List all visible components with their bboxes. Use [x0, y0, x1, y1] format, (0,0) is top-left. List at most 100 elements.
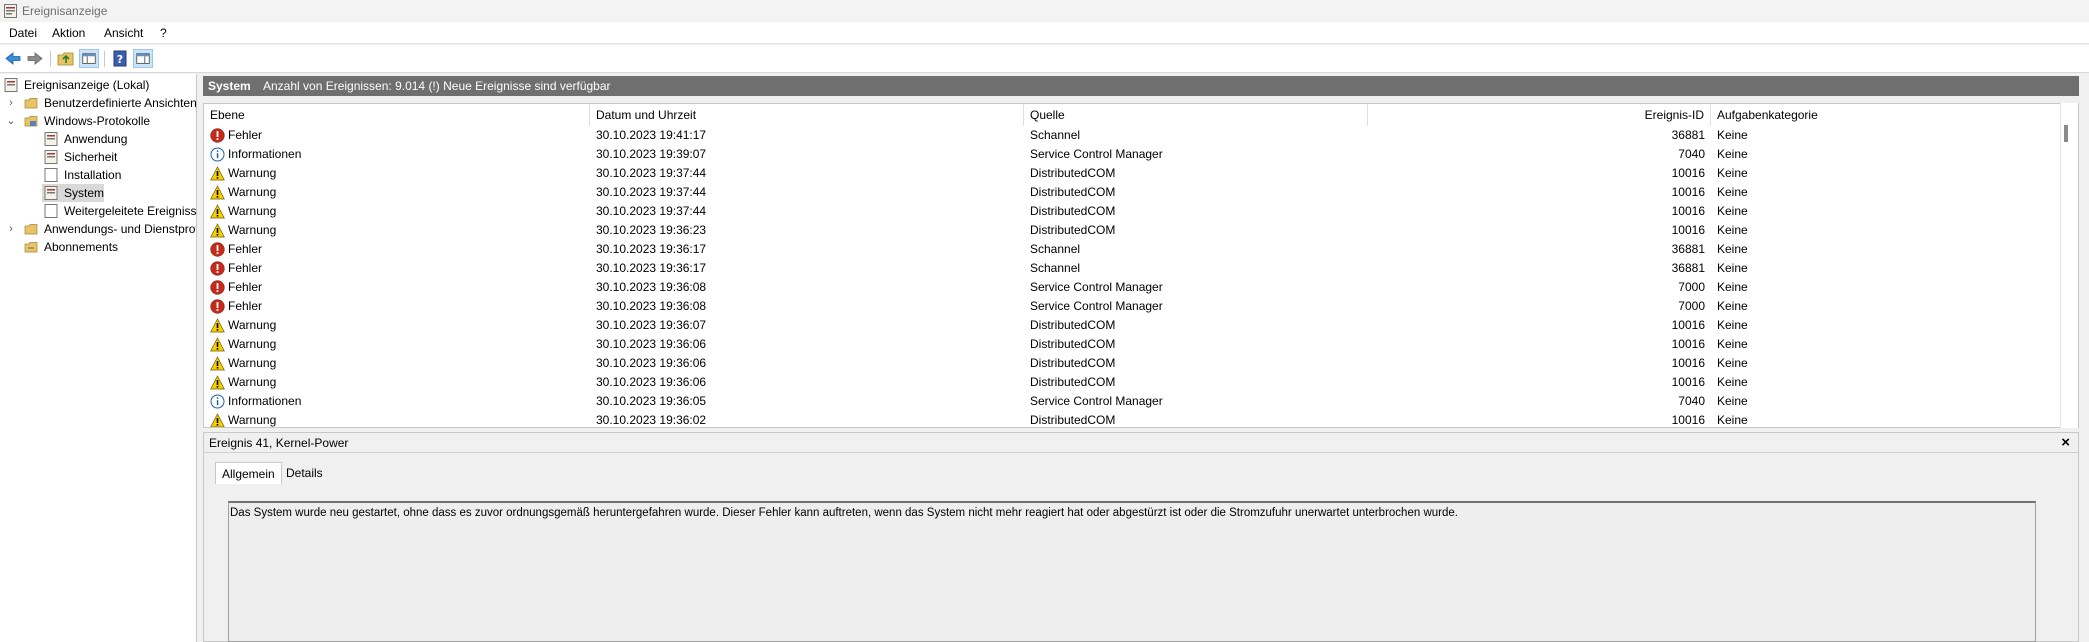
cell-level: Fehler — [228, 280, 263, 294]
close-icon[interactable]: × — [2061, 434, 2070, 451]
cell-datetime: 30.10.2023 19:36:06 — [596, 337, 707, 351]
table-row[interactable]: Fehler 30.10.2023 19:41:17 Schannel 36881 Ke… — [204, 126, 2062, 145]
chevron-right-icon[interactable]: › — [6, 220, 16, 238]
table-row[interactable]: Informationen 30.10.2023 19:36:05 Service … — [204, 392, 2062, 411]
subscriptions-icon — [24, 242, 38, 253]
table-row[interactable]: Warnung 30.10.2023 19:37:44 DistributedCOM… — [204, 202, 2062, 221]
chevron-right-icon[interactable]: › — [6, 94, 16, 112]
error-icon — [210, 261, 225, 276]
menu-bar: Datei Aktion Ansicht ? — [0, 22, 2089, 44]
table-row[interactable]: Warnung 30.10.2023 19:37:44 DistributedCOM… — [204, 183, 2062, 202]
table-row[interactable]: Fehler 30.10.2023 19:36:08 Service Control… — [204, 297, 2062, 316]
cell-event-id: 10016 — [1671, 185, 1705, 199]
table-row[interactable]: Warnung 30.10.2023 19:36:06 DistributedCOM… — [204, 335, 2062, 354]
tree-item-subscriptions[interactable]: Abonnements — [6, 238, 196, 256]
cell-event-id: 10016 — [1671, 375, 1705, 389]
cell-datetime: 30.10.2023 19:36:08 — [596, 299, 707, 313]
table-row[interactable]: Fehler 30.10.2023 19:36:08 Service Control… — [204, 278, 2062, 297]
tree-item-application[interactable]: Anwendung — [44, 130, 194, 148]
cell-event-id: 36881 — [1671, 128, 1705, 142]
cell-datetime: 30.10.2023 19:41:17 — [596, 128, 707, 142]
cell-datetime: 30.10.2023 19:36:05 — [596, 394, 707, 408]
show-action-pane-icon[interactable] — [133, 49, 153, 68]
tree-item-setup[interactable]: Installation — [44, 166, 194, 184]
menu-help[interactable]: ? — [160, 26, 167, 40]
tree-item-system[interactable]: System — [42, 184, 104, 202]
table-row[interactable]: Warnung 30.10.2023 19:36:06 DistributedCOM… — [204, 373, 2062, 392]
cell-level: Informationen — [228, 147, 302, 161]
error-icon — [210, 299, 225, 314]
cell-datetime: 30.10.2023 19:36:23 — [596, 223, 707, 237]
tree-label: Weitergeleitete Ereignisse — [64, 204, 196, 218]
chevron-down-icon[interactable]: ⌄ — [6, 112, 16, 130]
help-icon[interactable]: ? — [110, 49, 130, 68]
forward-arrow-icon[interactable] — [25, 49, 45, 68]
menu-file[interactable]: Datei — [9, 26, 37, 40]
column-header-level[interactable]: Ebene — [204, 104, 590, 126]
column-header-category[interactable]: Aufgabenkategorie — [1711, 104, 2062, 126]
folder-icon — [24, 116, 38, 127]
cell-datetime: 30.10.2023 19:36:07 — [596, 318, 707, 332]
tree-item-app-services[interactable]: › Anwendungs- und Dienstprotokolle — [6, 220, 196, 238]
tree-item-custom-views[interactable]: › Benutzerdefinierte Ansichten — [6, 94, 196, 112]
cell-level: Warnung — [228, 166, 277, 180]
scrollbar-thumb[interactable] — [2064, 125, 2068, 142]
column-header-event-id[interactable]: Ereignis-ID — [1368, 104, 1711, 126]
folder-icon — [24, 224, 38, 235]
event-count-status[interactable]: Anzahl von Ereignissen: 9.014 (!) Neue E… — [263, 79, 611, 93]
tree-root[interactable]: Ereignisanzeige (Lokal) — [4, 76, 194, 94]
menu-view[interactable]: Ansicht — [104, 26, 143, 40]
cell-level: Warnung — [228, 413, 277, 427]
info-icon — [210, 147, 225, 162]
tree-item-windows-logs[interactable]: ⌄ Windows-Protokolle — [6, 112, 196, 130]
tree-item-security[interactable]: Sicherheit — [44, 148, 194, 166]
cell-category: Keine — [1717, 356, 1748, 370]
menu-action[interactable]: Aktion — [52, 26, 85, 40]
column-header-source[interactable]: Quelle — [1024, 104, 1368, 126]
cell-source: DistributedCOM — [1030, 223, 1116, 237]
table-row[interactable]: Warnung 30.10.2023 19:37:44 DistributedCOM… — [204, 164, 2062, 183]
cell-level: Warnung — [228, 337, 277, 351]
navigation-tree: Ereignisanzeige (Lokal) › Benutzerdefini… — [0, 74, 197, 642]
show-hide-tree-icon[interactable] — [79, 49, 99, 68]
event-viewer-app-icon — [4, 4, 17, 18]
table-row[interactable]: Warnung 30.10.2023 19:36:06 DistributedCOM… — [204, 354, 2062, 373]
table-row[interactable]: Fehler 30.10.2023 19:36:17 Schannel 36881 Ke… — [204, 259, 2062, 278]
cell-event-id: 10016 — [1671, 318, 1705, 332]
cell-category: Keine — [1717, 337, 1748, 351]
event-list: Ebene Datum und Uhrzeit Quelle Ereignis-… — [203, 103, 2079, 428]
tree-item-forwarded-events[interactable]: Weitergeleitete Ereignisse — [44, 202, 196, 220]
cell-source: DistributedCOM — [1030, 318, 1116, 332]
cell-event-id: 10016 — [1671, 337, 1705, 351]
tree-root-label: Ereignisanzeige (Lokal) — [24, 78, 150, 92]
column-header-datetime[interactable]: Datum und Uhrzeit — [590, 104, 1024, 126]
cell-event-id: 10016 — [1671, 166, 1705, 180]
table-row[interactable]: Warnung 30.10.2023 19:36:02 DistributedCOM… — [204, 411, 2062, 427]
window-title: Ereignisanzeige — [22, 4, 108, 18]
tab-general[interactable]: Allgemein — [215, 462, 282, 484]
cell-category: Keine — [1717, 413, 1748, 427]
cell-category: Keine — [1717, 242, 1748, 256]
table-row[interactable]: Warnung 30.10.2023 19:36:23 DistributedCOM… — [204, 221, 2062, 240]
event-list-scrollbar[interactable] — [2060, 103, 2078, 428]
tree-label: Benutzerdefinierte Ansichten — [44, 96, 197, 110]
cell-level: Fehler — [228, 261, 263, 275]
error-icon — [210, 280, 225, 295]
cell-source: Schannel — [1030, 261, 1081, 275]
back-arrow-icon[interactable] — [3, 49, 23, 68]
tree-label: Abonnements — [44, 240, 119, 254]
folder-up-icon[interactable] — [56, 49, 76, 68]
warning-icon — [210, 337, 225, 352]
cell-datetime: 30.10.2023 19:36:06 — [596, 356, 707, 370]
table-row[interactable]: Fehler 30.10.2023 19:36:17 Schannel 36881 Ke… — [204, 240, 2062, 259]
cell-level: Fehler — [228, 128, 263, 142]
tree-label: System — [64, 186, 105, 200]
event-message-box[interactable]: Das System wurde neu gestartet, ohne das… — [228, 501, 2036, 642]
cell-category: Keine — [1717, 204, 1748, 218]
table-row[interactable]: Informationen 30.10.2023 19:39:07 Service … — [204, 145, 2062, 164]
cell-source: DistributedCOM — [1030, 356, 1116, 370]
table-row[interactable]: Warnung 30.10.2023 19:36:07 DistributedCOM… — [204, 316, 2062, 335]
cell-datetime: 30.10.2023 19:37:44 — [596, 185, 707, 199]
tab-details[interactable]: Details — [280, 462, 329, 484]
cell-source: Service Control Manager — [1030, 394, 1163, 408]
